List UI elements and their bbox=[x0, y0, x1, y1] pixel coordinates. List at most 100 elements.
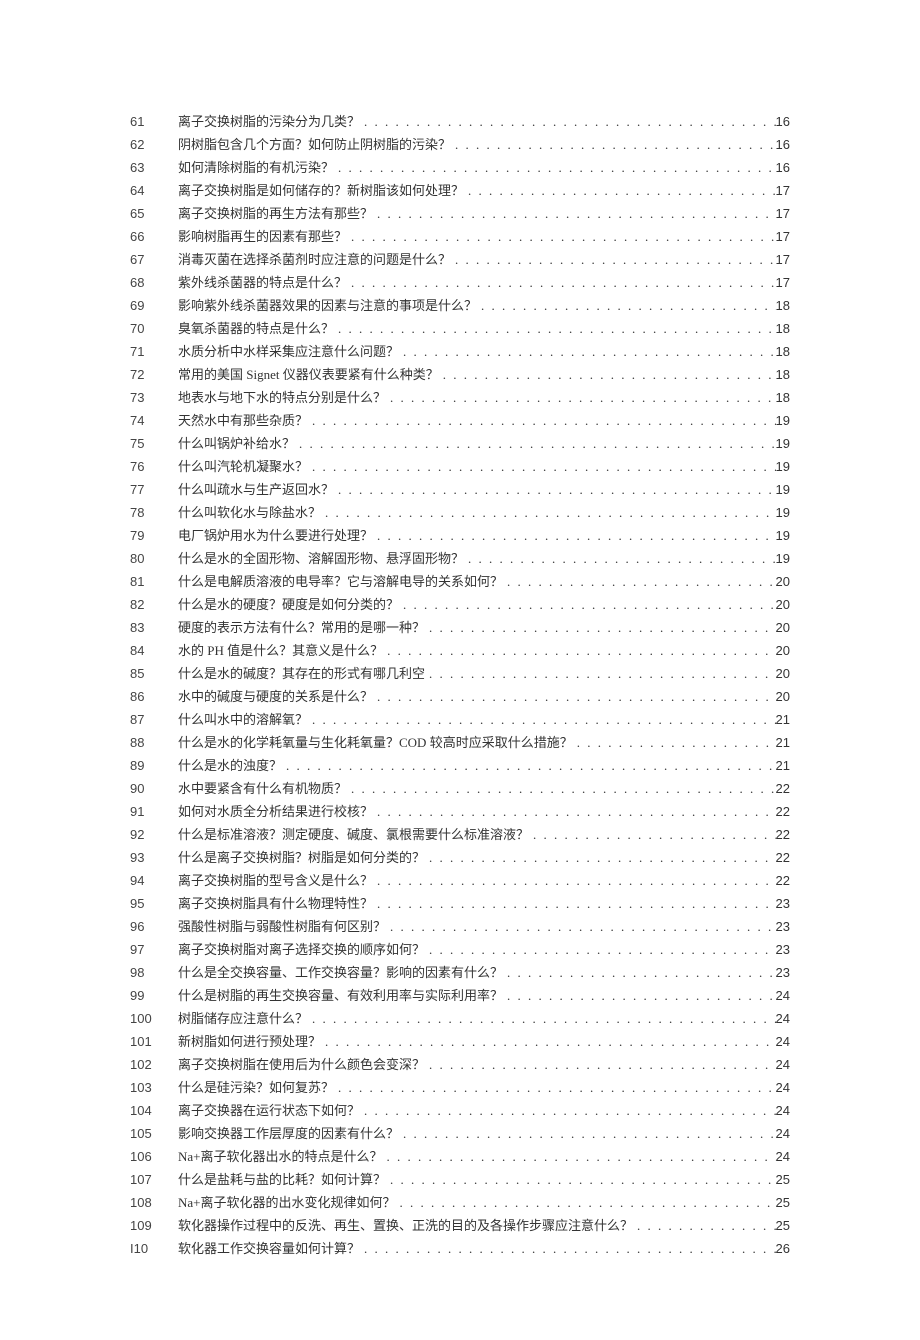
toc-entry-title: 离子交换树脂具有什么物理特性？ bbox=[178, 892, 373, 915]
toc-entry-number: 93 bbox=[130, 846, 178, 869]
toc-entry-page: 23 bbox=[776, 892, 790, 915]
toc-row: 96强酸性树脂与弱酸性树脂有何区别？. . . . . . . . . . . … bbox=[130, 915, 790, 938]
toc-entry-page: 24 bbox=[776, 1053, 790, 1076]
toc-entry-page: 23 bbox=[776, 915, 790, 938]
toc-entry-page: 20 bbox=[776, 570, 790, 593]
toc-entry-page: 17 bbox=[776, 271, 790, 294]
toc-leader-dots: . . . . . . . . . . . . . . . . . . . . … bbox=[464, 179, 776, 202]
toc-row: 77什么叫疏水与生产返回水？. . . . . . . . . . . . . … bbox=[130, 478, 790, 501]
toc-entry-number: 92 bbox=[130, 823, 178, 846]
toc-row: 61离子交换树脂的污染分为几类？. . . . . . . . . . . . … bbox=[130, 110, 790, 133]
toc-entry-page: 22 bbox=[776, 846, 790, 869]
toc-leader-dots: . . . . . . . . . . . . . . . . . . . . … bbox=[399, 1122, 776, 1145]
toc-row: 86水中的碱度与硬度的关系是什么？. . . . . . . . . . . .… bbox=[130, 685, 790, 708]
toc-entry-page: 19 bbox=[776, 455, 790, 478]
toc-entry-page: 18 bbox=[776, 386, 790, 409]
toc-row: 89什么是水的浊度？. . . . . . . . . . . . . . . … bbox=[130, 754, 790, 777]
toc-entry-page: 24 bbox=[776, 1099, 790, 1122]
toc-entry-page: 23 bbox=[776, 961, 790, 984]
toc-entry-title: 什么是水的浊度？ bbox=[178, 754, 282, 777]
toc-entry-title: 什么叫软化水与除盐水？ bbox=[178, 501, 321, 524]
toc-entry-page: 20 bbox=[776, 685, 790, 708]
toc-entry-title: 地表水与地下水的特点分别是什么？ bbox=[178, 386, 386, 409]
toc-leader-dots: . . . . . . . . . . . . . . . . . . . . … bbox=[373, 524, 776, 547]
toc-entry-page: 16 bbox=[776, 133, 790, 156]
toc-entry-number: 78 bbox=[130, 501, 178, 524]
toc-entry-title: 离子交换树脂在使用后为什么颜色会变深？ bbox=[178, 1053, 425, 1076]
toc-entry-page: 16 bbox=[776, 156, 790, 179]
toc-entry-title: 常用的美国 Signet 仪器仪表要紧有什么种类？ bbox=[178, 363, 439, 386]
toc-leader-dots: . . . . . . . . . . . . . . . . . . . . … bbox=[360, 1099, 776, 1122]
toc-entry-number: 109 bbox=[130, 1214, 178, 1237]
toc-entry-page: 25 bbox=[776, 1168, 790, 1191]
toc-entry-title: 什么是标准溶液？测定硬度、碱度、氯根需要什么标准溶液？ bbox=[178, 823, 529, 846]
toc-entry-number: 108 bbox=[130, 1191, 178, 1214]
toc-row: 102离子交换树脂在使用后为什么颜色会变深？. . . . . . . . . … bbox=[130, 1053, 790, 1076]
toc-row: 90水中要紧含有什么有机物质？. . . . . . . . . . . . .… bbox=[130, 777, 790, 800]
toc-entry-page: 25 bbox=[776, 1191, 790, 1214]
toc-row: 92什么是标准溶液？测定硬度、碱度、氯根需要什么标准溶液？. . . . . .… bbox=[130, 823, 790, 846]
toc-entry-title: 什么是水的全固形物、溶解固形物、悬浮固形物？ bbox=[178, 547, 464, 570]
toc-leader-dots: . . . . . . . . . . . . . . . . . . . . … bbox=[360, 1237, 776, 1260]
toc-entry-title: 臭氧杀菌器的特点是什么？ bbox=[178, 317, 334, 340]
toc-entry-page: 19 bbox=[776, 432, 790, 455]
toc-entry-title: 紫外线杀菌器的特点是什么？ bbox=[178, 271, 347, 294]
toc-row: 64离子交换树脂是如何储存的？新树脂该如何处理？. . . . . . . . … bbox=[130, 179, 790, 202]
toc-row: 72常用的美国 Signet 仪器仪表要紧有什么种类？. . . . . . .… bbox=[130, 363, 790, 386]
toc-row: 65离子交换树脂的再生方法有那些？. . . . . . . . . . . .… bbox=[130, 202, 790, 225]
toc-row: 76什么叫汽轮机凝聚水？. . . . . . . . . . . . . . … bbox=[130, 455, 790, 478]
toc-entry-title: 影响树脂再生的因素有那些？ bbox=[178, 225, 347, 248]
toc-entry-number: 88 bbox=[130, 731, 178, 754]
toc-row: 107什么是盐耗与盐的比耗？如何计算？. . . . . . . . . . .… bbox=[130, 1168, 790, 1191]
toc-entry-page: 22 bbox=[776, 823, 790, 846]
toc-row: 83硬度的表示方法有什么？常用的是哪一种？. . . . . . . . . .… bbox=[130, 616, 790, 639]
toc-entry-number: 62 bbox=[130, 133, 178, 156]
toc-entry-title: 什么叫疏水与生产返回水？ bbox=[178, 478, 334, 501]
toc-entry-page: 18 bbox=[776, 340, 790, 363]
toc-entry-number: 105 bbox=[130, 1122, 178, 1145]
toc-entry-number: 66 bbox=[130, 225, 178, 248]
toc-row: 88什么是水的化学耗氧量与生化耗氧量？COD 较高时应采取什么措施？. . . … bbox=[130, 731, 790, 754]
toc-entry-page: 24 bbox=[776, 1030, 790, 1053]
toc-entry-page: 24 bbox=[776, 1076, 790, 1099]
toc-row: 80什么是水的全固形物、溶解固形物、悬浮固形物？. . . . . . . . … bbox=[130, 547, 790, 570]
toc-entry-title: 水中要紧含有什么有机物质？ bbox=[178, 777, 347, 800]
toc-leader-dots: . . . . . . . . . . . . . . . . . . . . … bbox=[425, 1053, 776, 1076]
toc-entry-page: 23 bbox=[776, 938, 790, 961]
toc-row: 78什么叫软化水与除盐水？. . . . . . . . . . . . . .… bbox=[130, 501, 790, 524]
toc-leader-dots: . . . . . . . . . . . . . . . . . . . . … bbox=[386, 915, 776, 938]
toc-row: 81什么是电解质溶液的电导率？它与溶解电导的关系如何？. . . . . . .… bbox=[130, 570, 790, 593]
toc-entry-title: 离子交换树脂的再生方法有那些？ bbox=[178, 202, 373, 225]
toc-entry-page: 20 bbox=[776, 616, 790, 639]
toc-entry-number: 61 bbox=[130, 110, 178, 133]
toc-entry-title: 影响交换器工作层厚度的因素有什么？ bbox=[178, 1122, 399, 1145]
toc-leader-dots: . . . . . . . . . . . . . . . . . . . . … bbox=[425, 662, 776, 685]
toc-entry-number: 91 bbox=[130, 800, 178, 823]
toc-entry-title: 影响紫外线杀菌器效果的因素与注意的事项是什么？ bbox=[178, 294, 477, 317]
toc-leader-dots: . . . . . . . . . . . . . . . . . . . . … bbox=[373, 202, 776, 225]
toc-row: 67消毒灭菌在选择杀菌剂时应注意的问题是什么？. . . . . . . . .… bbox=[130, 248, 790, 271]
toc-entry-page: 21 bbox=[776, 754, 790, 777]
toc-entry-page: 24 bbox=[776, 1007, 790, 1030]
toc-row: 101新树脂如何进行预处理？. . . . . . . . . . . . . … bbox=[130, 1030, 790, 1053]
toc-entry-page: 20 bbox=[776, 639, 790, 662]
toc-leader-dots: . . . . . . . . . . . . . . . . . . . . … bbox=[503, 570, 776, 593]
toc-entry-page: 19 bbox=[776, 409, 790, 432]
toc-leader-dots: . . . . . . . . . . . . . . . . . . . . … bbox=[282, 754, 776, 777]
toc-entry-title: 什么叫水中的溶解氧？ bbox=[178, 708, 308, 731]
toc-entry-page: 26 bbox=[776, 1237, 790, 1260]
toc-entry-number: 77 bbox=[130, 478, 178, 501]
toc-leader-dots: . . . . . . . . . . . . . . . . . . . . … bbox=[308, 708, 776, 731]
toc-row: 93什么是离子交换树脂？树脂是如何分类的？. . . . . . . . . .… bbox=[130, 846, 790, 869]
toc-entry-title: 什么叫锅炉补给水？ bbox=[178, 432, 295, 455]
toc-row: 95离子交换树脂具有什么物理特性？. . . . . . . . . . . .… bbox=[130, 892, 790, 915]
toc-leader-dots: . . . . . . . . . . . . . . . . . . . . … bbox=[477, 294, 776, 317]
toc-entry-number: 67 bbox=[130, 248, 178, 271]
toc-row: 75什么叫锅炉补给水？. . . . . . . . . . . . . . .… bbox=[130, 432, 790, 455]
toc-row: 70臭氧杀菌器的特点是什么？. . . . . . . . . . . . . … bbox=[130, 317, 790, 340]
toc-entry-number: 102 bbox=[130, 1053, 178, 1076]
toc-leader-dots: . . . . . . . . . . . . . . . . . . . . … bbox=[386, 386, 776, 409]
toc-leader-dots: . . . . . . . . . . . . . . . . . . . . … bbox=[373, 869, 776, 892]
toc-row: 91如何对水质全分析结果进行校核？. . . . . . . . . . . .… bbox=[130, 800, 790, 823]
toc-entry-number: 65 bbox=[130, 202, 178, 225]
